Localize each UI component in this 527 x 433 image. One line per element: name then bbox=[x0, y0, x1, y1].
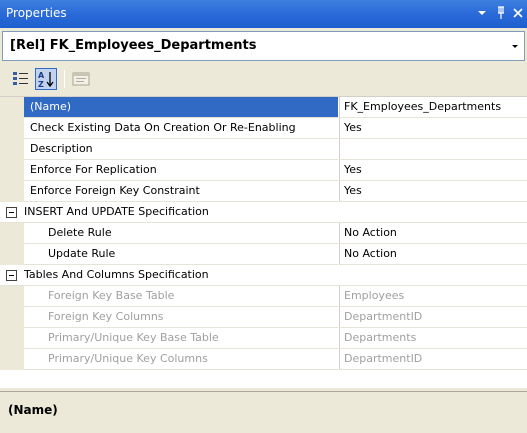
property-value[interactable] bbox=[339, 139, 527, 160]
property-row[interactable]: Enforce Foreign Key Constraint Yes bbox=[0, 181, 527, 202]
property-name: Description bbox=[24, 139, 338, 160]
property-grid: (Name) FK_Employees_Departments Check Ex… bbox=[0, 96, 527, 388]
property-value[interactable]: Yes bbox=[339, 118, 527, 139]
row-margin bbox=[0, 97, 24, 118]
chevron-down-icon[interactable] bbox=[475, 5, 489, 21]
property-row[interactable]: Primary/Unique Key Base Table Department… bbox=[0, 328, 527, 349]
property-pages-button bbox=[70, 68, 92, 90]
property-value: DepartmentID bbox=[339, 349, 527, 370]
property-name: Primary/Unique Key Columns bbox=[24, 349, 338, 370]
row-margin bbox=[0, 286, 24, 307]
window-title: Properties bbox=[6, 6, 67, 20]
property-row[interactable]: Foreign Key Base Table Employees bbox=[0, 286, 527, 307]
property-row[interactable]: Check Existing Data On Creation Or Re-En… bbox=[0, 118, 527, 139]
property-value[interactable]: FK_Employees_Departments bbox=[339, 97, 527, 118]
pin-icon[interactable] bbox=[494, 5, 508, 21]
property-row[interactable]: Delete Rule No Action bbox=[0, 223, 527, 244]
property-row[interactable]: (Name) FK_Employees_Departments bbox=[0, 97, 527, 118]
row-margin bbox=[0, 223, 24, 244]
chevron-down-icon[interactable] bbox=[510, 39, 520, 53]
description-title: (Name) bbox=[8, 403, 58, 417]
property-value bbox=[339, 202, 527, 223]
property-name: Update Rule bbox=[24, 244, 338, 265]
property-row[interactable]: Enforce For Replication Yes bbox=[0, 160, 527, 181]
alphabetical-sort-icon: A Z bbox=[38, 71, 54, 89]
title-bar[interactable]: Properties bbox=[0, 0, 527, 28]
row-margin bbox=[0, 307, 24, 328]
row-margin bbox=[0, 181, 24, 202]
row-margin bbox=[0, 328, 24, 349]
property-name: Check Existing Data On Creation Or Re-En… bbox=[24, 118, 338, 139]
alphabetical-button[interactable]: A Z bbox=[35, 68, 57, 90]
property-category-name: Tables And Columns Specification bbox=[0, 265, 339, 286]
object-selector-value: [Rel] FK_Employees_Departments bbox=[10, 38, 257, 53]
svg-text:Z: Z bbox=[38, 80, 44, 89]
property-row[interactable]: Description bbox=[0, 139, 527, 160]
property-row[interactable]: Update Rule No Action bbox=[0, 244, 527, 265]
row-margin bbox=[0, 139, 24, 160]
property-name: Primary/Unique Key Base Table bbox=[24, 328, 338, 349]
property-name: (Name) bbox=[24, 97, 338, 118]
property-value: Employees bbox=[339, 286, 527, 307]
property-value: DepartmentID bbox=[339, 307, 527, 328]
property-value[interactable]: Yes bbox=[339, 160, 527, 181]
property-category-row[interactable]: INSERT And UPDATE Specification bbox=[0, 202, 527, 223]
categorized-button[interactable] bbox=[10, 68, 32, 90]
property-name: Foreign Key Columns bbox=[24, 307, 338, 328]
properties-window: Properties [Rel] FK_Employees_Department… bbox=[0, 0, 527, 433]
property-pages-icon bbox=[72, 72, 90, 86]
object-selector[interactable]: [Rel] FK_Employees_Departments bbox=[2, 31, 525, 61]
properties-toolbar: A Z bbox=[0, 63, 527, 95]
collapse-icon[interactable] bbox=[6, 270, 17, 281]
row-margin bbox=[0, 349, 24, 370]
property-category-row[interactable]: Tables And Columns Specification bbox=[0, 265, 527, 286]
row-margin bbox=[0, 160, 24, 181]
svg-text:A: A bbox=[38, 71, 45, 80]
property-name: Enforce For Replication bbox=[24, 160, 338, 181]
property-value bbox=[339, 265, 527, 286]
row-margin bbox=[0, 244, 24, 265]
property-row[interactable]: Foreign Key Columns DepartmentID bbox=[0, 307, 527, 328]
property-value[interactable]: No Action bbox=[339, 223, 527, 244]
categorized-icon bbox=[13, 72, 28, 85]
property-name: Enforce Foreign Key Constraint bbox=[24, 181, 338, 202]
row-margin bbox=[0, 118, 24, 139]
property-value: Departments bbox=[339, 328, 527, 349]
property-value[interactable]: No Action bbox=[339, 244, 527, 265]
description-pane: (Name) bbox=[0, 391, 527, 433]
property-name: Delete Rule bbox=[24, 223, 338, 244]
property-value[interactable]: Yes bbox=[339, 181, 527, 202]
property-category-name: INSERT And UPDATE Specification bbox=[0, 202, 339, 223]
collapse-icon[interactable] bbox=[6, 207, 17, 218]
property-row[interactable]: Primary/Unique Key Columns DepartmentID bbox=[0, 349, 527, 370]
toolbar-separator bbox=[64, 70, 65, 88]
close-icon[interactable] bbox=[511, 5, 525, 21]
property-name: Foreign Key Base Table bbox=[24, 286, 338, 307]
